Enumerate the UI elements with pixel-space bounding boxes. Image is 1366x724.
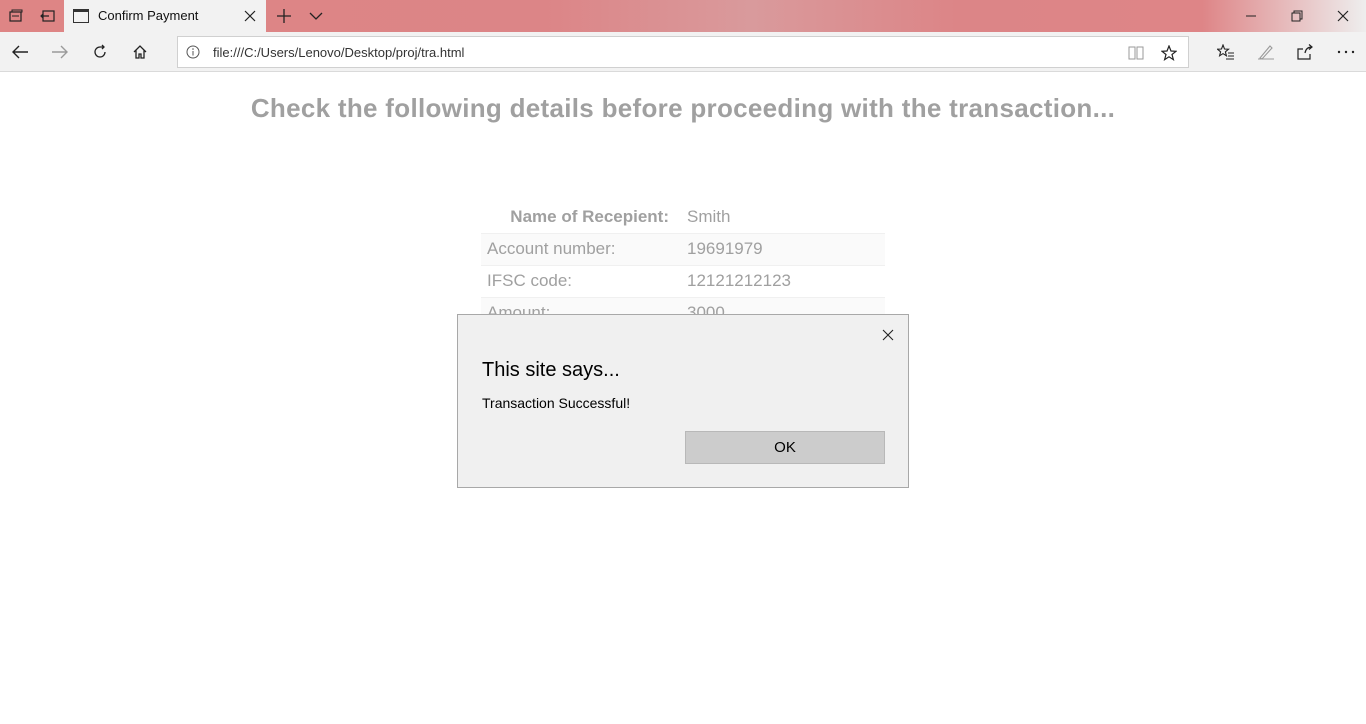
info-icon[interactable] (186, 45, 200, 59)
alert-dialog: This site says... Transaction Successful… (457, 314, 909, 488)
star-icon[interactable] (1158, 42, 1180, 64)
favorites-list-icon[interactable] (1206, 32, 1246, 72)
table-row: Name of Recepient: Smith (481, 201, 885, 234)
detail-label: Account number: (481, 233, 681, 266)
page-icon (73, 9, 89, 23)
address-bar[interactable]: file:///C:/Users/Lenovo/Desktop/proj/tra… (177, 36, 1189, 68)
tabs-aside-icon[interactable] (0, 0, 32, 32)
detail-value: 12121212123 (681, 265, 885, 298)
title-bar: Confirm Payment (0, 0, 1366, 32)
chevron-down-icon[interactable] (300, 0, 332, 32)
home-icon[interactable] (120, 32, 160, 72)
navigation-bar: file:///C:/Users/Lenovo/Desktop/proj/tra… (0, 32, 1366, 72)
ok-button[interactable]: OK (685, 431, 885, 464)
table-row: IFSC code: 12121212123 (481, 265, 885, 298)
dialog-message: Transaction Successful! (482, 395, 631, 411)
table-row: Account number: 19691979 (481, 233, 885, 266)
details-table: Name of Recepient: Smith Account number:… (481, 201, 885, 330)
refresh-icon[interactable] (80, 32, 120, 72)
forward-arrow-icon[interactable] (40, 32, 80, 72)
share-icon[interactable] (1285, 32, 1325, 72)
detail-label: Name of Recepient: (481, 201, 681, 234)
close-window-button[interactable] (1320, 0, 1366, 32)
detail-value: Smith (681, 201, 885, 234)
tab-title: Confirm Payment (98, 8, 199, 23)
book-icon[interactable] (1125, 42, 1147, 64)
plus-icon[interactable] (268, 0, 300, 32)
page-heading: Check the following details before proce… (250, 93, 1116, 123)
tabs-restore-icon[interactable] (32, 0, 64, 32)
url-text[interactable]: file:///C:/Users/Lenovo/Desktop/proj/tra… (213, 45, 464, 60)
minimize-button[interactable] (1228, 0, 1274, 32)
detail-label: IFSC code: (481, 265, 681, 298)
tab-confirm-payment[interactable]: Confirm Payment (64, 0, 266, 32)
restore-button[interactable] (1274, 0, 1320, 32)
pen-icon[interactable] (1246, 32, 1286, 72)
close-icon[interactable] (880, 327, 896, 343)
more-icon[interactable] (1326, 32, 1366, 72)
detail-value: 19691979 (681, 233, 885, 266)
dialog-title: This site says... (482, 359, 620, 381)
close-tab-icon[interactable] (242, 8, 258, 24)
back-arrow-icon[interactable] (0, 32, 40, 72)
